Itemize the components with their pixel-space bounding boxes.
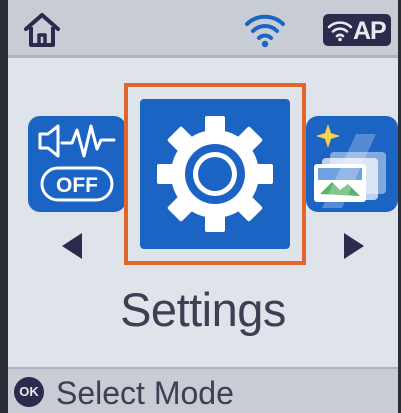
hint-bar: OK Select Mode [8,367,398,413]
ok-button-icon: OK [14,377,44,407]
carousel-item-settings[interactable] [140,99,290,249]
device-screen: AP OFF Settings OK Select Mode [8,0,398,413]
ok-button-label: OK [19,384,39,399]
card-photo-icon [314,124,386,208]
selected-mode-label: Settings [120,283,286,336]
ap-label: AP [353,17,387,45]
access-point-badge: AP [323,14,391,46]
carousel-item-card-photo[interactable] [306,116,398,212]
hint-text: Select Mode [56,375,234,411]
arrow-left-icon[interactable] [60,231,84,266]
sound-off-icon: OFF [38,124,116,202]
status-bar: AP [8,0,398,58]
ap-wifi-icon [327,21,353,42]
wifi-icon [244,8,286,50]
arrow-right-icon[interactable] [342,231,366,266]
gear-icon [157,116,273,232]
home-icon[interactable] [22,10,62,50]
carousel-selection-frame [124,83,306,265]
sound-off-badge: OFF [56,174,98,197]
carousel-item-sound-off[interactable]: OFF [28,116,126,212]
